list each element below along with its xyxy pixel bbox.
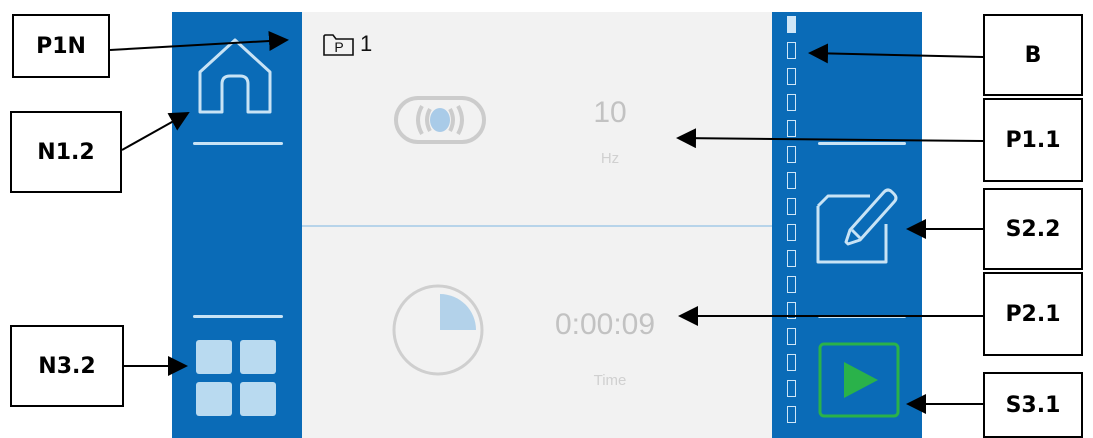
arrow-p1-1 [676,128,984,149]
arrow-p1n [109,31,289,51]
arrow-b [808,43,984,64]
callout-arrows [109,31,984,414]
arrow-n1-2 [121,112,190,151]
